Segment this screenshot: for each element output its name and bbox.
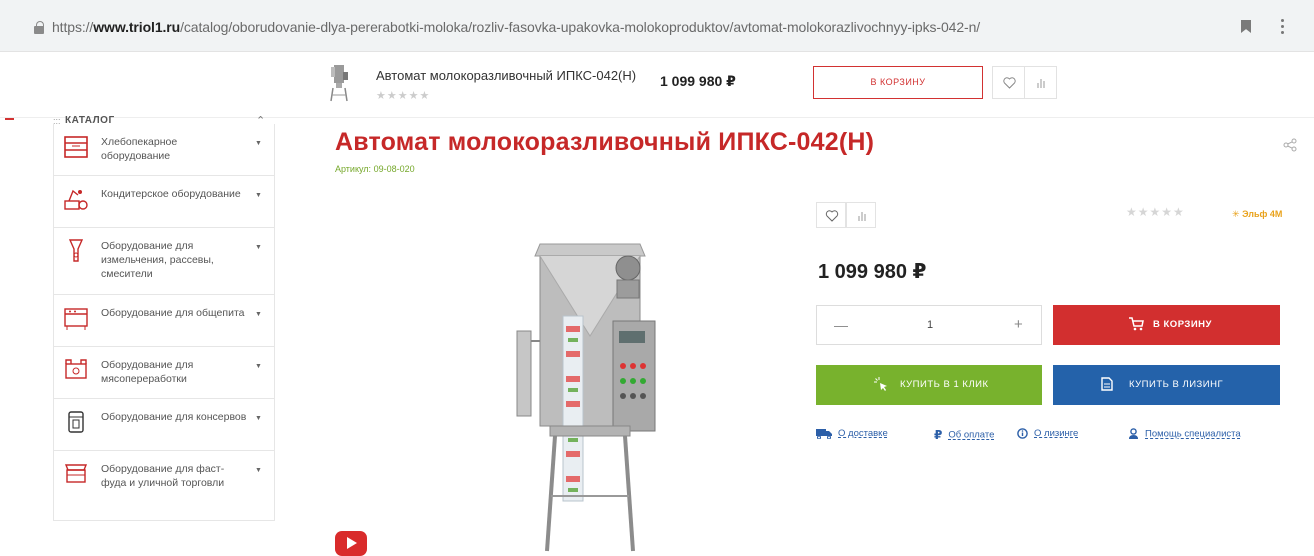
sidebar-item-confectionery[interactable]: Кондитерское оборудование ▼ [54, 176, 274, 228]
add-to-cart-label: в корзину [1153, 319, 1212, 330]
increment-button[interactable]: + [1014, 316, 1023, 333]
sticky-add-to-cart-button[interactable]: в корзину [813, 66, 983, 99]
sidebar-item-label: Кондитерское оборудование [101, 188, 241, 200]
catering-icon [64, 308, 88, 330]
buy-leasing-button[interactable]: купить в лизинг [1053, 365, 1280, 405]
user-icon [1129, 428, 1138, 439]
sidebar-item-label: Оборудование для консервов [101, 411, 247, 423]
sticky-product-header: Автомат молокоразливочный ИПКС-042(Н) ★★… [0, 52, 1314, 118]
rating-stars[interactable]: ★★★★★ [1126, 205, 1185, 219]
add-to-cart-button[interactable]: в корзину [1053, 305, 1280, 345]
catalog-menu: Хлебопекарное оборудование ▼ Кондитерско… [53, 124, 275, 521]
bookmark-icon[interactable] [1241, 20, 1251, 33]
fastfood-icon [64, 464, 88, 483]
confectionery-icon [64, 189, 88, 210]
buy-leasing-label: купить в лизинг [1129, 379, 1224, 390]
product-image[interactable] [495, 226, 695, 556]
quantity-value[interactable]: 1 [927, 319, 933, 331]
delivery-link[interactable]: О доставке [816, 428, 888, 439]
video-play-button[interactable] [335, 531, 367, 556]
info-icon [1017, 428, 1028, 439]
compare-button[interactable] [846, 202, 876, 228]
click-icon [874, 377, 887, 391]
product-sku: Артикул: 09-08-020 [335, 164, 415, 174]
document-icon [1101, 377, 1113, 391]
sidebar-item-catering[interactable]: Оборудование для общепита ▼ [54, 295, 274, 347]
sticky-compare-button[interactable] [1024, 66, 1057, 99]
sidebar-item-label: Хлебопекарное оборудование [101, 136, 178, 162]
sidebar-item-label: Оборудование для измельчения, рассевы, с… [101, 240, 214, 280]
heart-icon [825, 210, 839, 222]
chevron-down-icon: ▼ [255, 467, 262, 474]
browser-address-bar: https://www.triol1.ru/catalog/oborudovan… [0, 0, 1314, 52]
chevron-down-icon: ▼ [255, 192, 262, 199]
info-links: О доставке ₽ Об оплате О лизинге Помощь с… [816, 428, 1286, 448]
truck-icon [816, 429, 832, 439]
chevron-down-icon: ▼ [255, 311, 262, 318]
sidebar-item-meat[interactable]: Оборудование для мясопереработки ▼ [54, 347, 274, 399]
chevron-down-icon: ▼ [255, 244, 262, 251]
sidebar-item-cans[interactable]: Оборудование для консервов ▼ [54, 399, 274, 451]
sticky-favorite-button[interactable] [992, 66, 1025, 99]
catalog-sidebar: ::: КАТАЛОГ ⌃ Хлебопекарное оборудование… [53, 114, 275, 521]
browser-menu-icon[interactable] [1281, 19, 1285, 37]
lock-icon [34, 21, 44, 34]
cans-icon [68, 411, 84, 433]
decrement-button[interactable]: — [834, 317, 848, 333]
chevron-down-icon: ▼ [255, 140, 262, 147]
page-title: Автомат молокоразливочный ИПКС-042(Н) [335, 128, 875, 156]
ruble-icon: ₽ [934, 428, 943, 442]
sidebar-item-fastfood[interactable]: Оборудование для фаст-фуда и уличной тор… [54, 451, 274, 521]
bakery-icon [64, 136, 88, 158]
chevron-down-icon: ▼ [255, 363, 262, 370]
mill-icon [68, 239, 84, 262]
sidebar-item-bakery[interactable]: Хлебопекарное оборудование ▼ [54, 124, 274, 176]
buy-one-click-button[interactable]: купить в 1 клик [816, 365, 1042, 405]
sidebar-item-label: Оборудование для мясопереработки [101, 359, 194, 385]
specialist-help-link[interactable]: Помощь специалиста [1128, 428, 1241, 440]
payment-link[interactable]: ₽ Об оплате [934, 428, 994, 442]
cart-icon [1129, 317, 1144, 331]
sidebar-item-label: Оборудование для общепита [101, 307, 245, 319]
product-thumbnail [330, 65, 348, 102]
compare-icon [1037, 79, 1045, 88]
address-url[interactable]: https://www.triol1.ru/catalog/oborudovan… [52, 19, 980, 35]
heart-icon [1003, 77, 1016, 89]
product-price: 1 099 980 ₽ [818, 261, 927, 283]
brand-link[interactable]: ✳ Эльф 4М [1232, 209, 1282, 220]
sticky-rating-stars: ★★★★★ [376, 90, 431, 102]
leasing-info-link[interactable]: О лизинге [1017, 428, 1078, 439]
accent-mark [5, 118, 14, 120]
chevron-down-icon: ▼ [255, 415, 262, 422]
sticky-product-title: Автомат молокоразливочный ИПКС-042(Н) [376, 68, 637, 83]
share-icon[interactable] [1283, 138, 1297, 152]
quantity-stepper: — 1 + [816, 305, 1042, 345]
meat-icon [65, 359, 87, 379]
brand-logo-icon: ✳ [1232, 209, 1240, 219]
sidebar-item-mills[interactable]: Оборудование для измельчения, рассевы, с… [54, 228, 274, 295]
compare-icon [858, 212, 866, 221]
sidebar-item-label: Оборудование для фаст-фуда и уличной тор… [101, 463, 225, 489]
buy-one-click-label: купить в 1 клик [900, 379, 989, 390]
sticky-price: 1 099 980 ₽ [660, 73, 736, 89]
favorite-button[interactable] [816, 202, 846, 228]
